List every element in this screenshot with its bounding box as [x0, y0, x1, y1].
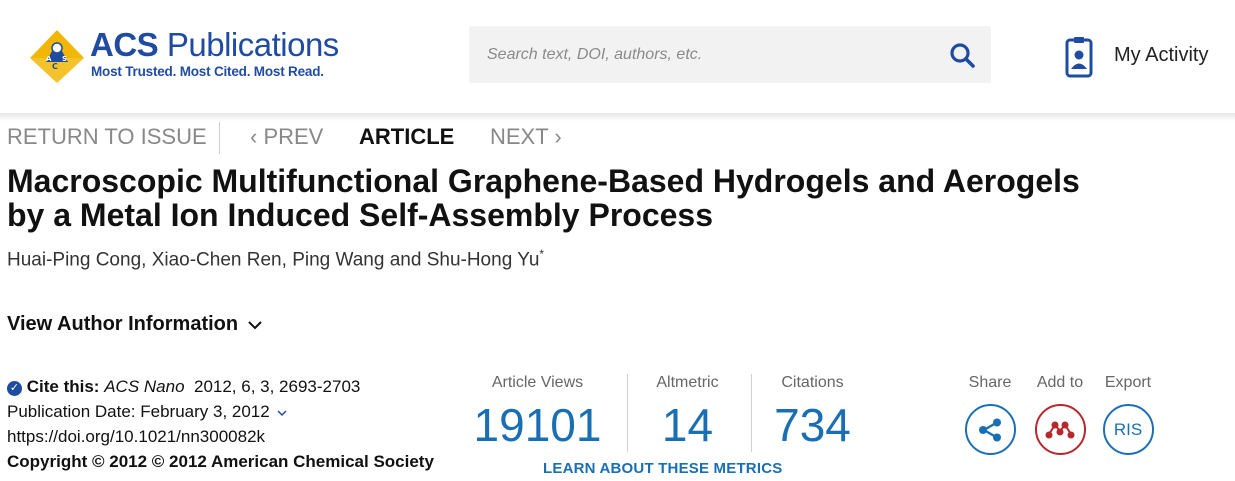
export-ris-button[interactable]: RIS: [1102, 404, 1154, 455]
metric-divider: [751, 374, 752, 452]
corresponding-author-mark: *: [539, 247, 545, 261]
chevron-down-icon[interactable]: [277, 409, 287, 417]
citation-block: ✓ Cite this: ACS Nano 2012, 6, 3, 2693-2…: [7, 374, 434, 474]
share-label: Share: [968, 374, 1012, 391]
view-author-information-label: View Author Information: [7, 313, 239, 335]
check-icon: ✓: [7, 381, 22, 396]
article-views-metric[interactable]: Article Views 19101: [470, 374, 605, 452]
share-action: Share: [960, 374, 1020, 455]
share-button[interactable]: [964, 404, 1016, 455]
my-activity-icon: [1065, 37, 1093, 78]
author-list: Huai-Ping Cong, Xiao-Chen Ren, Ping Wang…: [7, 247, 544, 271]
view-author-information-toggle[interactable]: View Author Information: [7, 313, 262, 336]
citations-metric[interactable]: Citations 734: [765, 374, 860, 452]
publication-date: Publication Date: February 3, 2012: [7, 402, 270, 421]
author-link[interactable]: Xiao-Chen Ren: [152, 249, 282, 270]
journal-name: ACS Nano: [104, 377, 185, 396]
acs-publications-logo[interactable]: C A S ACS Publications Most Trusted. Mos…: [28, 26, 348, 83]
return-to-issue-link[interactable]: RETURN TO ISSUE: [7, 124, 207, 150]
cite-this-label[interactable]: Cite this:: [27, 377, 100, 396]
article-title: Macroscopic Multifunctional Graphene-Bas…: [7, 164, 1207, 232]
add-to-action: Add to: [1030, 374, 1090, 455]
metric-divider: [627, 374, 628, 452]
next-link[interactable]: NEXT ›: [490, 124, 562, 150]
article-title-line1: Macroscopic Multifunctional Graphene-Bas…: [7, 163, 1080, 199]
add-to-label: Add to: [1036, 374, 1084, 391]
header-divider: [0, 113, 1235, 121]
altmetric-value: 14: [661, 399, 714, 451]
author-and: and: [389, 249, 422, 271]
export-label: Export: [1104, 374, 1152, 391]
prev-link[interactable]: ‹ PREV: [250, 124, 323, 150]
author-separator: ,: [141, 249, 147, 271]
nav-divider: [219, 122, 220, 154]
chevron-down-icon: [247, 321, 262, 330]
add-to-mendeley-button[interactable]: [1034, 404, 1086, 455]
search-icon[interactable]: [949, 42, 975, 68]
citations-value: 734: [774, 399, 851, 451]
cite-this-row: ✓ Cite this: ACS Nano 2012, 6, 3, 2693-2…: [7, 374, 434, 399]
site-header: C A S ACS Publications Most Trusted. Mos…: [0, 0, 1235, 113]
article-views-value: 19101: [473, 399, 602, 451]
author-link[interactable]: Ping Wang: [292, 249, 384, 270]
doi-link[interactable]: https://doi.org/10.1021/nn300082k: [7, 424, 434, 449]
my-activity-button[interactable]: My Activity: [1064, 36, 1224, 78]
altmetric-metric[interactable]: Altmetric 14: [640, 374, 735, 452]
search-input[interactable]: [487, 26, 927, 83]
export-action: Export RIS: [1098, 374, 1158, 455]
article-views-label: Article Views: [491, 374, 584, 391]
learn-about-metrics-link[interactable]: LEARN ABOUT THESE METRICS: [543, 460, 782, 477]
svg-text:A: A: [46, 55, 52, 63]
citations-label: Citations: [781, 374, 844, 391]
logo-title: ACS Publications: [90, 26, 339, 63]
my-activity-label: My Activity: [1114, 44, 1209, 66]
svg-text:S: S: [62, 55, 67, 63]
author-separator: ,: [281, 249, 287, 271]
citation-details: 2012, 6, 3, 2693-2703: [193, 377, 361, 396]
article-actions: Share Add to Export RIS: [960, 374, 1160, 481]
copyright-text: Copyright © 2012 © 2012 American Chemica…: [7, 452, 434, 471]
logo-tagline: Most Trusted. Most Cited. Most Read.: [91, 64, 324, 79]
publication-date-row: Publication Date: February 3, 2012: [7, 399, 434, 424]
ris-label: RIS: [1113, 419, 1143, 439]
acs-logo-icon: C A S: [30, 30, 84, 83]
article-title-line2: by a Metal Ion Induced Self-Assembly Pro…: [7, 197, 713, 233]
svg-text:C: C: [52, 62, 58, 71]
author-link[interactable]: Shu-Hong Yu: [427, 249, 540, 270]
mendeley-icon: [1045, 421, 1075, 438]
altmetric-label: Altmetric: [656, 374, 719, 391]
share-icon: [979, 418, 1001, 441]
current-tab-article: ARTICLE: [359, 124, 455, 149]
search-bar: [469, 26, 991, 83]
author-link[interactable]: Huai-Ping Cong: [7, 249, 141, 270]
